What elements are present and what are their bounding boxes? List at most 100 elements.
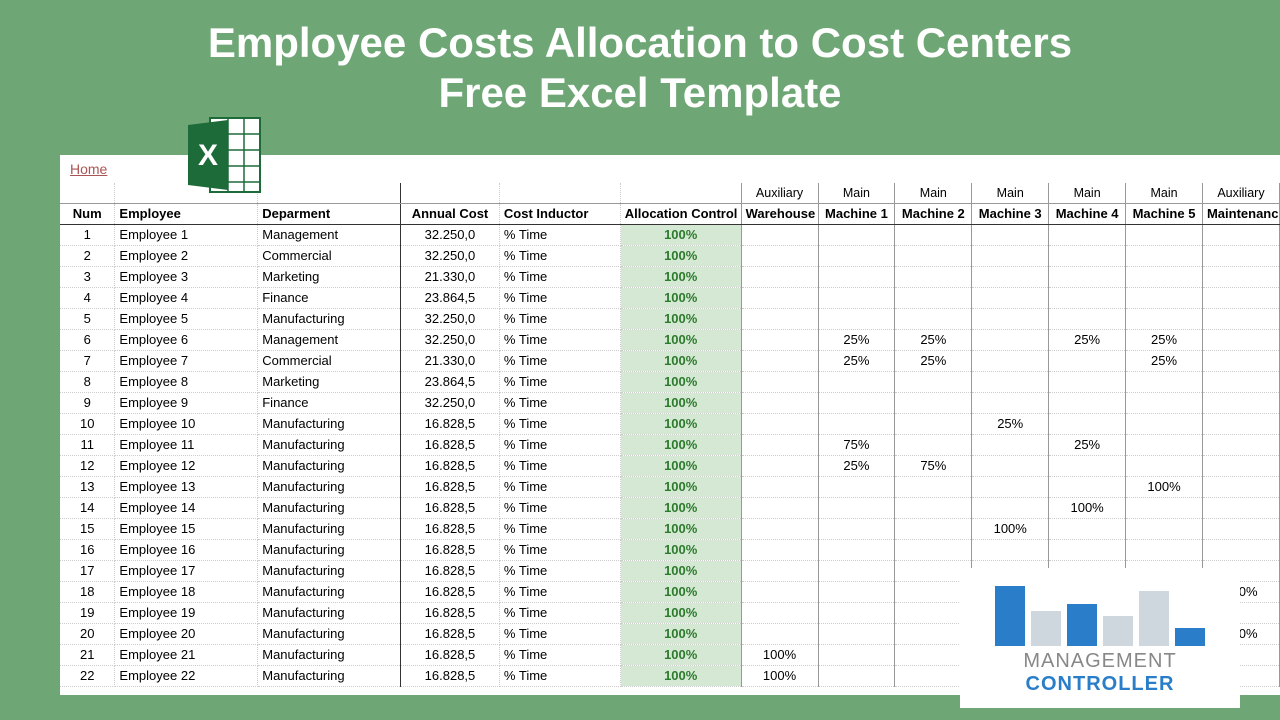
cell-employee[interactable]: Employee 2 bbox=[115, 245, 258, 266]
cell-cc[interactable] bbox=[741, 434, 818, 455]
cell-num[interactable]: 5 bbox=[60, 308, 115, 329]
cell-employee[interactable]: Employee 4 bbox=[115, 287, 258, 308]
cell-cc[interactable] bbox=[1202, 392, 1279, 413]
cell-cc[interactable] bbox=[1049, 518, 1126, 539]
cell-department[interactable]: Finance bbox=[258, 392, 401, 413]
cell-cost[interactable]: 16.828,5 bbox=[401, 413, 500, 434]
cell-cc[interactable] bbox=[972, 287, 1049, 308]
cell-inductor[interactable]: % Time bbox=[499, 539, 620, 560]
cell-num[interactable]: 10 bbox=[60, 413, 115, 434]
cell-cc[interactable] bbox=[1126, 371, 1203, 392]
cell-allocation[interactable]: 100% bbox=[620, 413, 741, 434]
cell-num[interactable]: 8 bbox=[60, 371, 115, 392]
cell-num[interactable]: 12 bbox=[60, 455, 115, 476]
cell-department[interactable]: Manufacturing bbox=[258, 497, 401, 518]
cell-department[interactable]: Manufacturing bbox=[258, 560, 401, 581]
cell-cc[interactable] bbox=[895, 497, 972, 518]
cell-cost[interactable]: 23.864,5 bbox=[401, 287, 500, 308]
cell-allocation[interactable]: 100% bbox=[620, 434, 741, 455]
cell-allocation[interactable]: 100% bbox=[620, 560, 741, 581]
cell-inductor[interactable]: % Time bbox=[499, 392, 620, 413]
cell-allocation[interactable]: 100% bbox=[620, 245, 741, 266]
cell-cc[interactable] bbox=[972, 392, 1049, 413]
cell-cost[interactable]: 32.250,0 bbox=[401, 245, 500, 266]
cell-inductor[interactable]: % Time bbox=[499, 266, 620, 287]
cell-employee[interactable]: Employee 6 bbox=[115, 329, 258, 350]
cell-cost[interactable]: 16.828,5 bbox=[401, 602, 500, 623]
cell-cc[interactable] bbox=[1202, 434, 1279, 455]
cell-cc[interactable] bbox=[818, 581, 895, 602]
cell-cc[interactable] bbox=[741, 518, 818, 539]
cell-inductor[interactable]: % Time bbox=[499, 434, 620, 455]
cell-cc[interactable] bbox=[895, 224, 972, 245]
cell-department[interactable]: Manufacturing bbox=[258, 602, 401, 623]
cell-num[interactable]: 15 bbox=[60, 518, 115, 539]
cell-inductor[interactable]: % Time bbox=[499, 518, 620, 539]
cell-cc[interactable] bbox=[741, 245, 818, 266]
cell-employee[interactable]: Employee 18 bbox=[115, 581, 258, 602]
cell-num[interactable]: 17 bbox=[60, 560, 115, 581]
cell-inductor[interactable]: % Time bbox=[499, 245, 620, 266]
cell-inductor[interactable]: % Time bbox=[499, 497, 620, 518]
cell-department[interactable]: Management bbox=[258, 224, 401, 245]
cell-cc[interactable]: 25% bbox=[972, 413, 1049, 434]
cell-employee[interactable]: Employee 16 bbox=[115, 539, 258, 560]
cell-cc[interactable] bbox=[1202, 455, 1279, 476]
cell-cc[interactable] bbox=[972, 266, 1049, 287]
cell-cc[interactable] bbox=[1126, 455, 1203, 476]
cell-employee[interactable]: Employee 7 bbox=[115, 350, 258, 371]
cell-cc[interactable] bbox=[895, 434, 972, 455]
cell-allocation[interactable]: 100% bbox=[620, 308, 741, 329]
cell-cc[interactable] bbox=[818, 476, 895, 497]
cell-cc[interactable] bbox=[818, 413, 895, 434]
cell-cost[interactable]: 16.828,5 bbox=[401, 539, 500, 560]
cell-cost[interactable]: 16.828,5 bbox=[401, 581, 500, 602]
cell-num[interactable]: 22 bbox=[60, 665, 115, 686]
cell-cc[interactable] bbox=[1202, 308, 1279, 329]
cell-cc[interactable]: 100% bbox=[1049, 497, 1126, 518]
cell-cc[interactable] bbox=[741, 497, 818, 518]
cell-allocation[interactable]: 100% bbox=[620, 476, 741, 497]
cell-num[interactable]: 18 bbox=[60, 581, 115, 602]
cell-num[interactable]: 4 bbox=[60, 287, 115, 308]
cell-inductor[interactable]: % Time bbox=[499, 308, 620, 329]
cell-inductor[interactable]: % Time bbox=[499, 644, 620, 665]
cell-department[interactable]: Marketing bbox=[258, 371, 401, 392]
cell-inductor[interactable]: % Time bbox=[499, 623, 620, 644]
cell-num[interactable]: 21 bbox=[60, 644, 115, 665]
cell-cc[interactable] bbox=[1202, 539, 1279, 560]
cell-cost[interactable]: 16.828,5 bbox=[401, 560, 500, 581]
cell-cost[interactable]: 21.330,0 bbox=[401, 266, 500, 287]
cell-num[interactable]: 1 bbox=[60, 224, 115, 245]
cell-department[interactable]: Manufacturing bbox=[258, 308, 401, 329]
cell-employee[interactable]: Employee 20 bbox=[115, 623, 258, 644]
cell-employee[interactable]: Employee 11 bbox=[115, 434, 258, 455]
cell-cc[interactable]: 100% bbox=[741, 644, 818, 665]
cell-cc[interactable] bbox=[818, 224, 895, 245]
cell-cc[interactable] bbox=[972, 245, 1049, 266]
cell-cost[interactable]: 16.828,5 bbox=[401, 497, 500, 518]
cell-employee[interactable]: Employee 19 bbox=[115, 602, 258, 623]
cell-allocation[interactable]: 100% bbox=[620, 497, 741, 518]
cell-cc[interactable] bbox=[741, 560, 818, 581]
cell-cc[interactable] bbox=[818, 497, 895, 518]
cell-cost[interactable]: 32.250,0 bbox=[401, 308, 500, 329]
cell-cc[interactable] bbox=[1049, 413, 1126, 434]
cell-cc[interactable] bbox=[1126, 266, 1203, 287]
cell-cc[interactable]: 25% bbox=[1049, 329, 1126, 350]
cell-cc[interactable] bbox=[1049, 350, 1126, 371]
cell-cc[interactable] bbox=[972, 308, 1049, 329]
cell-cost[interactable]: 16.828,5 bbox=[401, 665, 500, 686]
cell-department[interactable]: Commercial bbox=[258, 350, 401, 371]
cell-inductor[interactable]: % Time bbox=[499, 581, 620, 602]
cell-inductor[interactable]: % Time bbox=[499, 371, 620, 392]
cell-department[interactable]: Manufacturing bbox=[258, 413, 401, 434]
cell-cc[interactable] bbox=[1126, 308, 1203, 329]
cell-cc[interactable] bbox=[1049, 371, 1126, 392]
cell-cc[interactable] bbox=[818, 623, 895, 644]
cell-inductor[interactable]: % Time bbox=[499, 455, 620, 476]
cell-cost[interactable]: 23.864,5 bbox=[401, 371, 500, 392]
cell-cc[interactable] bbox=[741, 266, 818, 287]
cell-inductor[interactable]: % Time bbox=[499, 602, 620, 623]
cell-cc[interactable] bbox=[741, 413, 818, 434]
